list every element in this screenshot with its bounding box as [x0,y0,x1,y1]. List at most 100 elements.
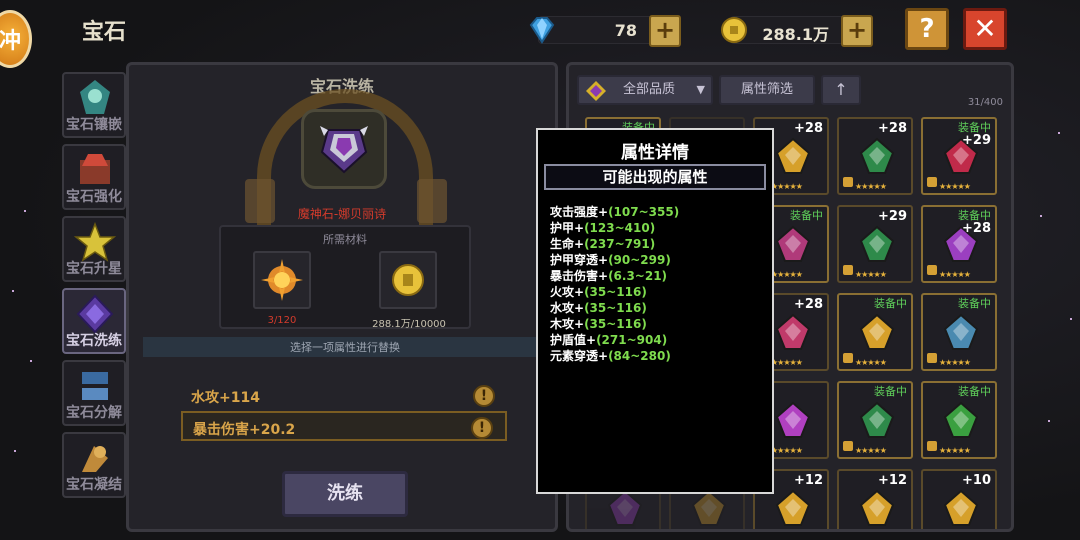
gem-level-label: +29 [962,133,991,148]
attribute-line: 木攻+(35~116) [550,317,647,331]
demon-gem-icon [320,126,368,174]
page-title: 宝石 [82,20,127,45]
attribute-line: 暴击伤害+(6.3~21) [550,269,668,283]
star-rating: ★★★★★ [939,270,971,279]
gem-icon [943,489,979,526]
lock-icon [927,265,937,275]
attribute-filter-button[interactable]: 属性筛选 [719,75,815,105]
attribute-option-water-attack[interactable]: 水攻+114 ! [181,381,507,411]
decompose-icon [74,366,116,406]
target-gem-slot[interactable] [301,109,387,189]
tab-gem-condense[interactable]: 宝石凝结 [62,432,126,498]
inventory-gem-cell[interactable]: 装备中 +28 ★★★★★ [921,205,997,283]
star-rating: ★★★★★ [855,358,887,367]
gem-level-label: +28 [794,121,823,136]
star [1058,132,1060,134]
inventory-gem-cell[interactable]: +12 [837,469,913,529]
add-diamond-button[interactable]: + [649,15,681,47]
quality-filter-dropdown[interactable]: 全部品质 ▼ [577,75,713,105]
coin-amount: 288.1万 [762,25,829,44]
gem-icon [775,401,811,438]
select-attribute-hint: 选择一项属性进行替换 [290,341,400,354]
material-slot-coin[interactable] [379,251,437,309]
coin-icon [392,264,424,296]
star-rating: ★★★★★ [939,358,971,367]
attribute-line: 护甲穿透+(90~299) [550,253,671,267]
add-coin-button[interactable]: + [841,15,873,47]
star-rating: ★★★★★ [771,358,803,367]
gem-icon [607,489,643,526]
tab-gem-enhance[interactable]: 宝石强化 [62,144,126,210]
refine-button[interactable]: 洗练 [282,471,408,517]
lock-icon [927,441,937,451]
attribute-line: 护盾值+(271~904) [550,333,668,347]
materials-box: 所需材料 3/120 288.1万/10000 [219,225,471,330]
tab-gem-refine[interactable]: 宝石洗练 [62,288,126,354]
gem-icon [691,489,727,526]
gem-icon [859,313,895,350]
gem-icon [775,225,811,262]
star-rating: ★★★★★ [771,446,803,455]
inventory-gem-cell[interactable]: 装备中 +29 ★★★★★ [921,117,997,195]
popup-title: 属性详情 [621,143,689,163]
inventory-gem-cell[interactable]: 装备中 ★★★★★ [837,293,913,371]
coin-icon [717,13,751,47]
gem-level-label: +10 [962,473,991,488]
inventory-gem-cell[interactable]: +29 ★★★★★ [837,205,913,283]
tab-gem-decompose[interactable]: 宝石分解 [62,360,126,426]
gem-icon [775,137,811,174]
attribute-line: 护甲+(123~410) [550,221,656,235]
sort-arrow-button[interactable]: ↑ [821,75,861,105]
inventory-count: 31/400 [967,97,1003,108]
gem-enhance-icon [74,150,116,190]
attribute-option-crit-damage[interactable]: 暴击伤害+20.2 ! [181,411,507,441]
material-1-count: 3/120 [267,315,297,326]
attribute-line: 生命+(237~791) [550,237,656,251]
close-button[interactable]: ✕ [963,8,1007,50]
materials-title: 所需材料 [323,233,367,246]
star-rating: ★★★★★ [855,270,887,279]
inventory-gem-cell[interactable]: 装备中 ★★★★★ [921,293,997,371]
star [24,210,26,212]
star [1048,420,1050,422]
tab-gem-inlay[interactable]: 宝石镶嵌 [62,72,126,138]
quality-filter-label: 全部品质 [623,82,676,97]
chevron-down-icon: ▼ [696,83,705,96]
refine-gem-icon [74,294,116,334]
lock-icon [843,177,853,187]
quality-gem-icon [585,80,607,112]
diamond-amount: 78 [614,21,637,40]
gem-icon [859,137,895,174]
inventory-gem-cell[interactable]: +28 ★★★★★ [837,117,913,195]
star [14,450,16,452]
gem-level-label: +12 [878,473,907,488]
lock-icon [843,265,853,275]
gem-icon [859,401,895,438]
coin-currency: 288.1万 + [721,15,873,47]
info-icon[interactable]: ! [473,385,495,407]
inventory-gem-cell[interactable]: 装备中 ★★★★★ [921,381,997,459]
equipped-tag: 装备中 [958,385,991,398]
star-rating: ★★★★★ [771,182,803,191]
inventory-gem-cell[interactable]: +10 [921,469,997,529]
popup-subtitle: 可能出现的属性 [544,164,766,190]
gem-icon [859,225,895,262]
attribute-label: 水攻+114 [191,390,260,406]
material-slot-fire-essence[interactable] [253,251,311,309]
star-rating: ★★★★★ [771,270,803,279]
star [1070,318,1072,320]
star-icon [73,221,117,262]
tab-gem-star-up[interactable]: 宝石升星 [62,216,126,282]
attribute-line: 元素穿透+(84~280) [550,349,671,363]
inventory-gem-cell[interactable]: 装备中 ★★★★★ [837,381,913,459]
attribute-line: 攻击强度+(107~355) [550,205,680,219]
gem-level-label: +12 [794,473,823,488]
attribute-line: 火攻+(35~116) [550,285,647,299]
attribute-details-popup[interactable]: 属性详情 可能出现的属性 攻击强度+(107~355) 护甲+(123~410)… [536,128,774,494]
help-button[interactable]: ? [905,8,949,50]
equipped-tag: 装备中 [790,209,823,222]
equipped-tag: 装备中 [874,297,907,310]
info-icon[interactable]: ! [471,417,493,439]
equipped-tag: 装备中 [958,297,991,310]
lock-icon [927,353,937,363]
